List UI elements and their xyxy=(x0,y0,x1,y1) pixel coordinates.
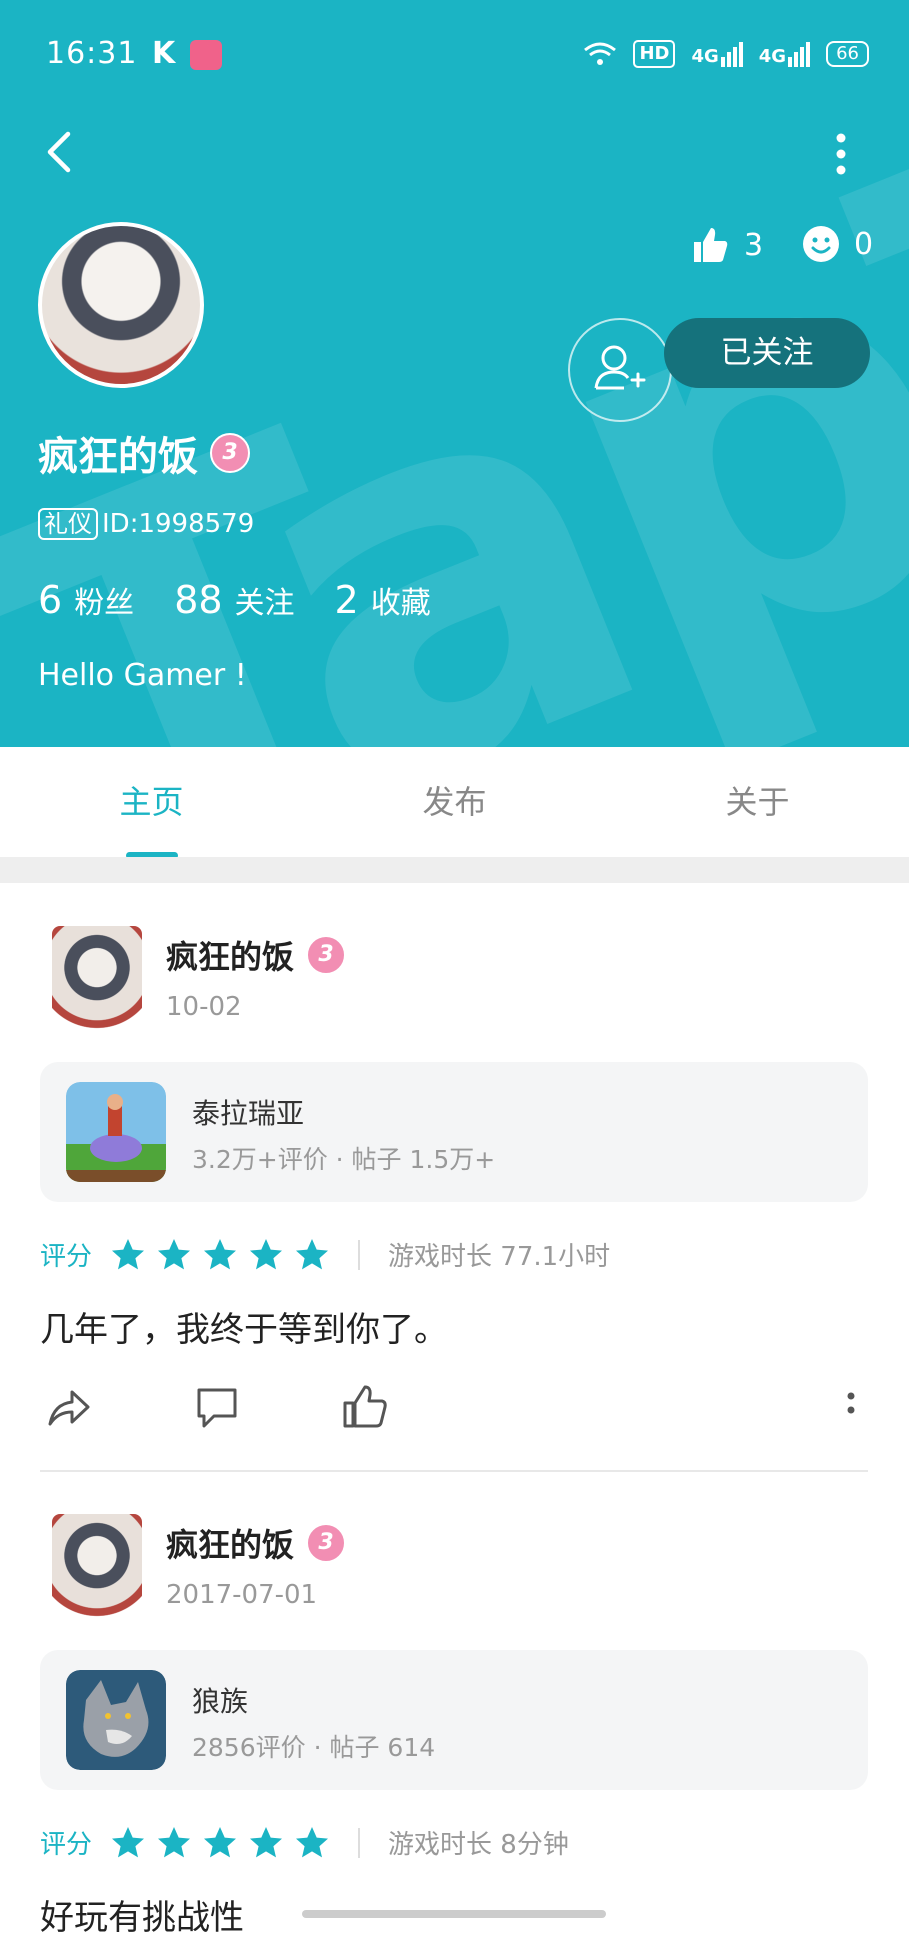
game-card[interactable]: 狼族 2856评价 · 帖子 614 xyxy=(40,1650,868,1790)
status-bar: 16:31 K HD 4G 4G 66 xyxy=(0,0,909,110)
following-button[interactable]: 已关注 xyxy=(664,318,870,388)
star-icon xyxy=(250,1826,283,1857)
rating-label: 评分 xyxy=(40,1242,93,1272)
star-icon xyxy=(204,1238,237,1269)
star-icon xyxy=(158,1826,191,1857)
post-separator xyxy=(40,1470,868,1472)
game-name: 狼族 xyxy=(192,1685,249,1718)
avatar[interactable] xyxy=(38,222,204,388)
post-author-name[interactable]: 疯狂的饭 3 xyxy=(166,932,347,978)
star-icon xyxy=(158,1238,191,1269)
like-icon[interactable] xyxy=(340,1382,390,1432)
stat-fans[interactable]: 6 粉丝 xyxy=(38,578,134,622)
bilibili-app-icon xyxy=(190,40,222,70)
terraria-game-icon xyxy=(66,1082,166,1182)
star-icon xyxy=(112,1238,145,1269)
user-id-row: 礼仪 ID:1998579 xyxy=(38,508,254,540)
more-vertical-icon[interactable] xyxy=(826,130,856,180)
rating-label: 评分 xyxy=(40,1830,93,1860)
post-author-name[interactable]: 疯狂的饭 3 xyxy=(166,1520,347,1566)
likes-count: 3 xyxy=(690,225,763,265)
profile-header: TapTap 16:31 K HD 4G 4G 66 3 0 已关注 疯狂的饭 … xyxy=(0,0,909,747)
level-badge: 3 xyxy=(306,1523,347,1563)
add-friend-button[interactable] xyxy=(568,318,672,422)
post-author-avatar[interactable] xyxy=(52,1514,142,1618)
faces-count: 0 xyxy=(802,225,873,263)
tab-posts[interactable]: 发布 xyxy=(303,747,606,857)
level-badge: 3 xyxy=(306,935,347,975)
playtime: 游戏时长 77.1小时 xyxy=(388,1242,611,1272)
tab-home[interactable]: 主页 xyxy=(0,747,303,857)
post-date: 10-02 xyxy=(166,992,242,1022)
wolf-game-icon xyxy=(66,1670,166,1770)
profile-username: 疯狂的饭 3 xyxy=(38,424,250,482)
star-icon xyxy=(296,1238,329,1269)
tab-about[interactable]: 关于 xyxy=(606,747,909,857)
post-actions xyxy=(0,1382,909,1442)
rating-row: 评分 游戏时长 8分钟 xyxy=(40,1824,569,1861)
divider xyxy=(358,1827,361,1858)
star-icon xyxy=(204,1826,237,1857)
username-text: 疯狂的饭 xyxy=(38,434,198,480)
playtime: 游戏时长 8分钟 xyxy=(388,1830,569,1860)
profile-tabs: 主页 发布 关于 xyxy=(0,747,909,857)
profile-bio: Hello Gamer ! xyxy=(38,658,247,693)
level-badge: 3 xyxy=(210,433,250,473)
rating-row: 评分 游戏时长 77.1小时 xyxy=(40,1236,610,1273)
star-icon xyxy=(296,1826,329,1857)
home-indicator[interactable] xyxy=(302,1910,606,1918)
profile-stats: 6 粉丝 88 关注 2 收藏 xyxy=(38,578,431,622)
k-app-icon: K xyxy=(152,36,176,71)
etiquette-tag: 礼仪 xyxy=(38,508,98,540)
signal-4g-icon-2: 4G xyxy=(759,41,811,67)
comment-icon[interactable] xyxy=(192,1382,242,1432)
post-text[interactable]: 几年了，我终于等到你了。 xyxy=(40,1302,448,1351)
status-icons: HD 4G 4G 66 xyxy=(583,40,869,68)
divider xyxy=(358,1239,361,1270)
user-id: ID:1998579 xyxy=(102,509,255,539)
stat-favorites[interactable]: 2 收藏 xyxy=(335,578,431,622)
star-icon xyxy=(112,1826,145,1857)
game-name: 泰拉瑞亚 xyxy=(192,1097,305,1130)
thumbs-up-icon xyxy=(694,228,728,262)
post-more-icon[interactable] xyxy=(836,1382,866,1432)
add-user-icon xyxy=(594,345,646,390)
hd-icon: HD xyxy=(633,40,676,68)
status-time: 16:31 xyxy=(46,36,138,71)
smile-face-icon xyxy=(803,226,839,262)
stat-following[interactable]: 88 关注 xyxy=(174,578,294,622)
wifi-icon xyxy=(584,42,617,65)
star-icon xyxy=(250,1238,283,1269)
back-arrow-icon[interactable] xyxy=(40,128,80,176)
signal-4g-icon: 4G xyxy=(691,41,743,67)
battery-icon: 66 xyxy=(826,41,869,67)
post-author-avatar[interactable] xyxy=(52,926,142,1030)
post-date: 2017-07-01 xyxy=(166,1580,318,1610)
game-meta: 3.2万+评价 · 帖子 1.5万+ xyxy=(192,1145,496,1174)
game-card[interactable]: 泰拉瑞亚 3.2万+评价 · 帖子 1.5万+ xyxy=(40,1062,868,1202)
section-gap xyxy=(0,857,909,883)
share-icon[interactable] xyxy=(44,1382,94,1432)
post-text[interactable]: 好玩有挑战性 xyxy=(40,1890,244,1939)
game-meta: 2856评价 · 帖子 614 xyxy=(192,1733,436,1762)
